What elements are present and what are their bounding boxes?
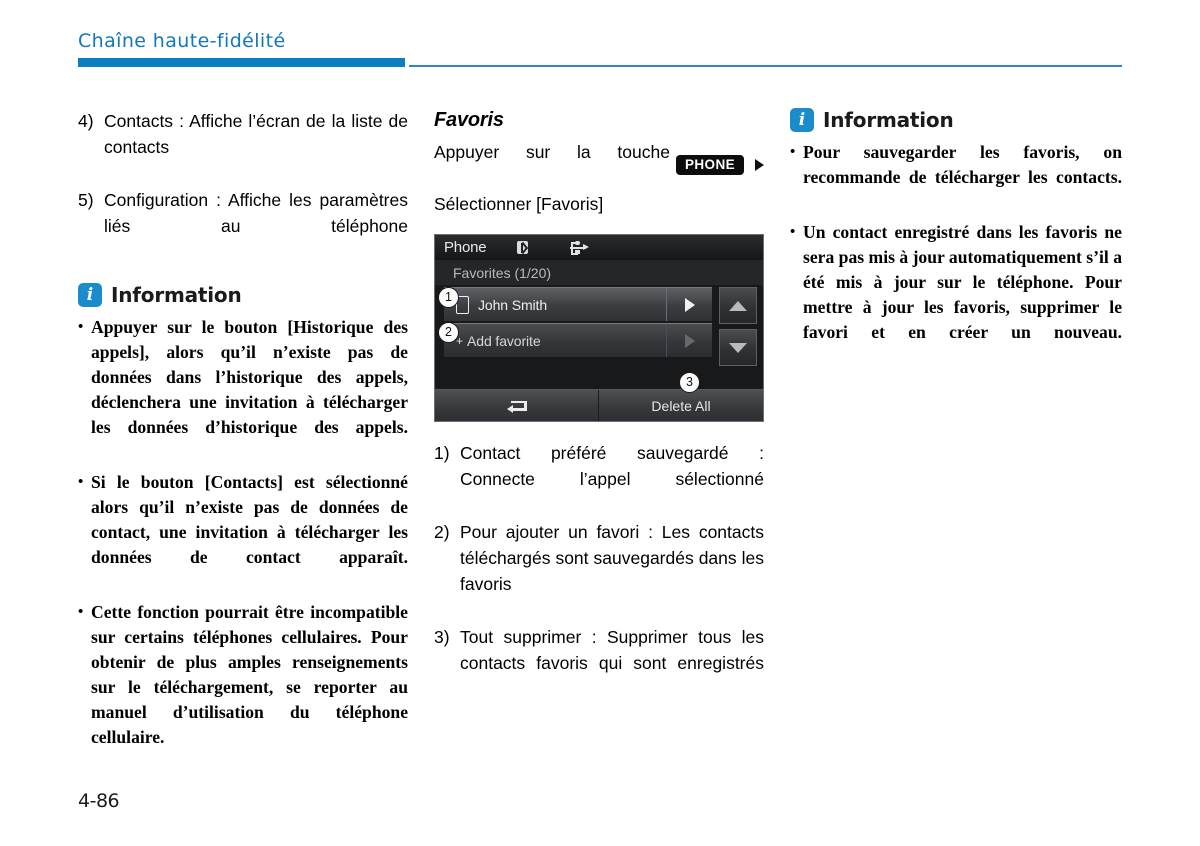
play-arrow-icon xyxy=(684,297,695,312)
play-arrow-button[interactable] xyxy=(666,288,712,321)
list-item: • Pour sauvegarder les favoris, on recom… xyxy=(790,140,1122,215)
header-thin-rule xyxy=(409,65,1122,67)
right-column: i Information • Pour sauvegarder les fav… xyxy=(790,108,1122,375)
information-title: Information xyxy=(823,108,954,132)
list-item[interactable]: John Smith xyxy=(444,287,712,321)
list-item-marker: 5) xyxy=(78,190,94,210)
list-item-label: Add favorite xyxy=(467,332,541,349)
list-item-text: Cette fonction pourrait être incompatibl… xyxy=(91,602,408,747)
page-title: Chaîne haute-fidélité xyxy=(78,30,286,52)
callout-badge-1: 1 xyxy=(438,287,459,308)
list-item-marker: 4) xyxy=(78,111,94,131)
instruction-suffix: Sélectionner [Favoris] xyxy=(434,194,604,214)
middle-column: Favoris Appuyer sur la touche PHONE Séle… xyxy=(434,108,764,703)
page-number: 4-86 xyxy=(78,790,120,812)
bluetooth-icon xyxy=(517,241,529,254)
list-item: • Si le bouton [Contacts] est sélectionn… xyxy=(78,470,408,595)
information-header: i Information xyxy=(78,283,408,307)
list-item: 5) Configuration : Affiche les paramètre… xyxy=(78,187,408,265)
info-icon: i xyxy=(78,283,102,307)
scroll-up-button[interactable] xyxy=(719,287,757,324)
list-item: 3) Tout supprimer : Supprimer tous les c… xyxy=(434,624,764,702)
arrow-right-icon xyxy=(755,159,764,171)
device-subtitle-bar: Favorites (1/20) xyxy=(435,260,763,285)
left-information-bullets: • Appuyer sur le bouton [Historique des … xyxy=(78,315,408,775)
list-item[interactable]: + Add favorite xyxy=(444,323,712,357)
delete-all-label: Delete All xyxy=(651,397,711,414)
list-item-text: Appuyer sur le bouton [Historique des ap… xyxy=(91,317,408,437)
callout-badge-2: 2 xyxy=(438,322,459,343)
page-header: Chaîne haute-fidélité xyxy=(78,30,1122,70)
information-title: Information xyxy=(111,283,242,307)
list-item-text: Pour sauvegarder les favoris, on recomma… xyxy=(803,142,1122,187)
delete-all-button[interactable]: Delete All xyxy=(599,390,763,421)
device-screenshot: Phone Favorites (1/20) John Smith + Add … xyxy=(434,234,764,422)
device-bottom-bar: Delete All xyxy=(435,389,763,421)
bullet-icon: • xyxy=(78,474,84,490)
favorites-list: John Smith + Add favorite xyxy=(444,287,712,359)
list-item-text: Contacts : Affiche l’écran de la liste d… xyxy=(104,111,408,157)
list-item: • Un contact enregistré dans les favoris… xyxy=(790,220,1122,370)
information-header: i Information xyxy=(790,108,1122,132)
instruction-prefix: Appuyer sur la touche xyxy=(434,142,670,162)
right-information-bullets: • Pour sauvegarder les favoris, on recom… xyxy=(790,140,1122,370)
list-item: • Appuyer sur le bouton [Historique des … xyxy=(78,315,408,465)
device-title: Phone xyxy=(444,239,487,256)
scroll-down-icon xyxy=(729,342,747,353)
middle-numbered-list: 1) Contact préféré sauvegardé : Connecte… xyxy=(434,440,764,702)
header-divider xyxy=(78,58,1122,68)
scroll-down-button[interactable] xyxy=(719,329,757,366)
list-item: 1) Contact préféré sauvegardé : Connecte… xyxy=(434,440,764,518)
bullet-icon: • xyxy=(78,604,84,620)
list-item-text: Un contact enregistré dans les favoris n… xyxy=(803,222,1122,342)
phone-key-badge[interactable]: PHONE xyxy=(675,155,744,175)
favorite-entry-main[interactable]: John Smith xyxy=(444,288,666,321)
info-icon: i xyxy=(790,108,814,132)
list-item-text: Configuration : Affiche les paramètres l… xyxy=(104,190,408,236)
list-item-marker: 3) xyxy=(434,627,450,647)
play-arrow-button[interactable] xyxy=(666,324,712,357)
back-arrow-icon xyxy=(506,399,527,414)
device-titlebar: Phone xyxy=(435,235,763,260)
usb-icon xyxy=(568,240,590,255)
list-item-text: Tout supprimer : Supprimer tous les cont… xyxy=(460,627,764,673)
favorites-count-label: Favorites (1/20) xyxy=(453,264,552,281)
list-item-text: Si le bouton [Contacts] est sélectionné … xyxy=(91,472,408,567)
scrollbar-controls[interactable] xyxy=(719,287,757,371)
bullet-icon: • xyxy=(790,144,796,160)
play-arrow-icon xyxy=(684,333,695,348)
instruction-block: Appuyer sur la touche PHONE Sélectionner… xyxy=(434,139,764,217)
left-numbered-list: 4) Contacts : Affiche l’écran de la list… xyxy=(78,108,408,265)
bullet-icon: • xyxy=(790,224,796,240)
header-accent-bar xyxy=(78,58,405,67)
callout-badge-3: 3 xyxy=(679,372,700,393)
instruction-row: Appuyer sur la touche PHONE xyxy=(434,139,764,191)
list-item: 4) Contacts : Affiche l’écran de la list… xyxy=(78,108,408,186)
scroll-up-icon xyxy=(729,300,747,311)
list-item-marker: 2) xyxy=(434,522,450,542)
list-item-label: John Smith xyxy=(478,296,548,313)
section-heading-favoris: Favoris xyxy=(434,109,504,131)
list-item: • Cette fonction pourrait être incompati… xyxy=(78,600,408,775)
list-item-text: Contact préféré sauvegardé : Connecte l’… xyxy=(460,443,764,489)
list-item: 2) Pour ajouter un favori : Les contacts… xyxy=(434,519,764,623)
back-button[interactable] xyxy=(435,390,599,421)
list-item-marker: 1) xyxy=(434,443,450,463)
add-favorite-main[interactable]: + Add favorite xyxy=(444,324,666,357)
left-column: 4) Contacts : Affiche l’écran de la list… xyxy=(78,108,408,780)
bullet-icon: • xyxy=(78,319,84,335)
list-item-text: Pour ajouter un favori : Les contacts té… xyxy=(460,522,764,594)
